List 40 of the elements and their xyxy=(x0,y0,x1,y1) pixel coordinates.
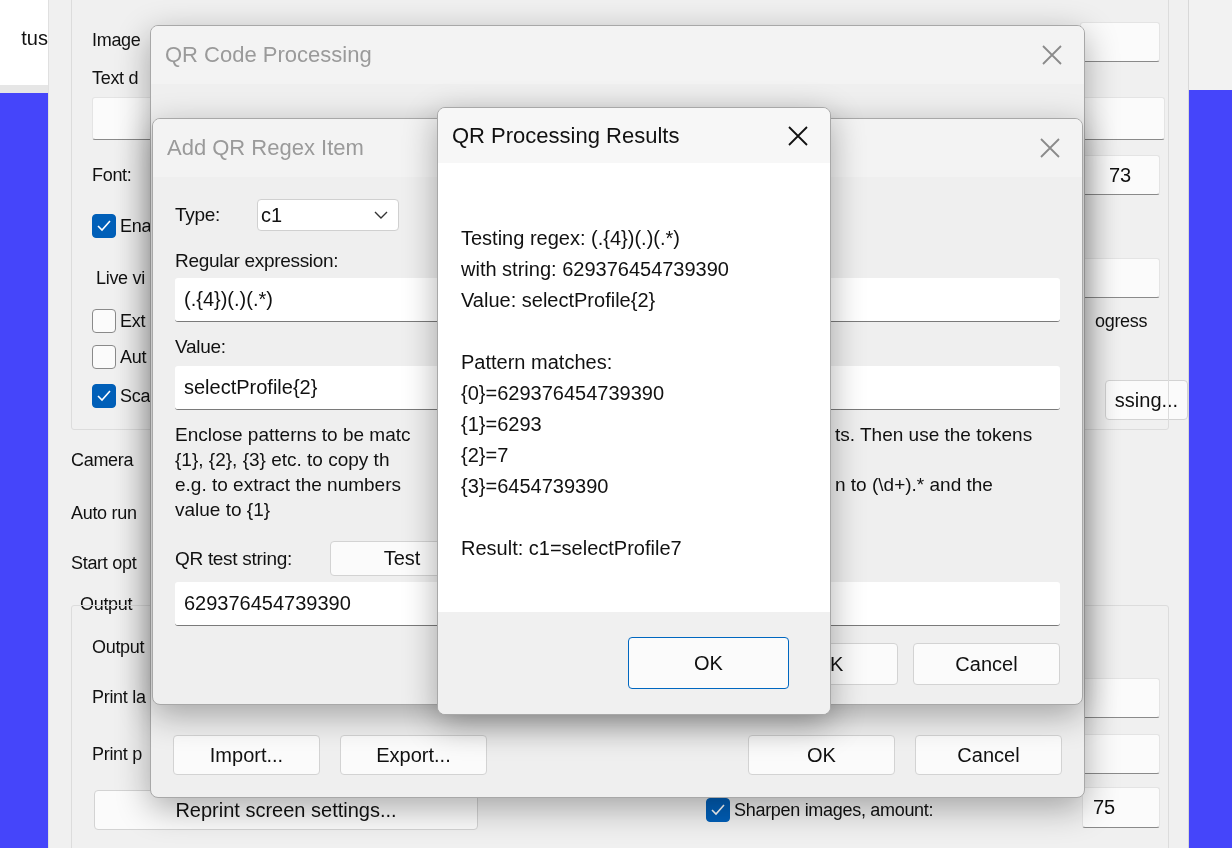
type-dropdown[interactable]: c1 xyxy=(257,199,399,231)
checkbox[interactable] xyxy=(706,798,730,822)
help-text: e.g. to extract the numbers xyxy=(175,473,401,497)
help-text: {1}, {2}, {3} etc. to copy th xyxy=(175,448,390,472)
checkbox[interactable] xyxy=(92,214,116,238)
result-line: {1}=6293 xyxy=(461,412,543,437)
field-label: Regular expression: xyxy=(175,250,339,272)
dialog-button[interactable]: OK xyxy=(748,735,895,775)
result-line: {2}=7 xyxy=(461,443,510,468)
dialog-button[interactable]: Cancel xyxy=(913,643,1060,685)
field-label: Value: xyxy=(175,336,226,358)
dialog-button[interactable]: Export... xyxy=(340,735,487,775)
ok-button[interactable]: OK xyxy=(628,637,789,689)
checkbox[interactable] xyxy=(92,384,116,408)
input-field[interactable] xyxy=(1080,22,1160,62)
dialog-title: Add QR Regex Item xyxy=(167,135,364,161)
result-line: {3}=6454739390 xyxy=(461,474,610,499)
field-label: Type: xyxy=(175,204,221,226)
help-text: ts. Then use the tokens xyxy=(835,423,1033,447)
checkbox[interactable] xyxy=(92,345,116,369)
side-panel-text: tus xyxy=(21,26,48,50)
help-text: Enclose patterns to be matc xyxy=(175,423,411,447)
result-line: Testing regex: (.{4})(.)(.*) xyxy=(461,226,681,251)
input-field[interactable]: 75 xyxy=(1082,787,1160,828)
result-line: {0}=629376454739390 xyxy=(461,381,665,406)
settings-button[interactable]: ssing... xyxy=(1105,380,1188,420)
checkmark-icon xyxy=(97,390,111,402)
help-text: value to {1} xyxy=(175,498,271,522)
field-label: QR test string: xyxy=(175,547,293,570)
dialog-title: QR Code Processing xyxy=(165,42,372,68)
result-line: Value: selectProfile{2} xyxy=(461,288,657,313)
dialog-button[interactable]: Cancel xyxy=(915,735,1062,775)
close-icon[interactable] xyxy=(788,125,808,146)
checkmark-icon xyxy=(97,220,111,232)
checkmark-icon xyxy=(711,804,725,816)
dialog-title: QR Processing Results xyxy=(452,122,680,149)
chevron-down-icon xyxy=(374,211,388,219)
dialog-button[interactable]: Import... xyxy=(173,735,320,775)
checkbox[interactable] xyxy=(92,309,116,333)
help-text: n to (\d+).* and the xyxy=(835,473,993,497)
